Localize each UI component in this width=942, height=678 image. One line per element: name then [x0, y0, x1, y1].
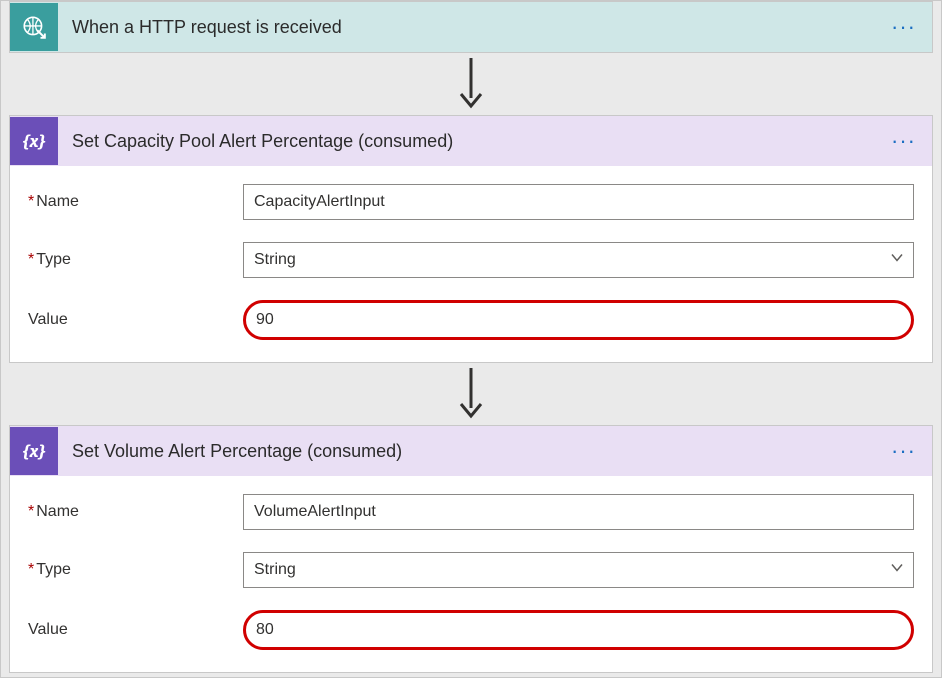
value-input[interactable] [243, 300, 914, 340]
step1-header[interactable]: {x} Set Capacity Pool Alert Percentage (… [10, 116, 932, 166]
step1-title: Set Capacity Pool Alert Percentage (cons… [72, 131, 883, 152]
type-select[interactable] [243, 242, 914, 278]
trigger-step[interactable]: When a HTTP request is received ··· [9, 1, 933, 53]
trigger-menu-button[interactable]: ··· [883, 16, 924, 38]
variable-icon: {x} [10, 117, 58, 165]
trigger-title: When a HTTP request is received [72, 17, 883, 38]
name-label: Name [28, 503, 243, 521]
step2-title: Set Volume Alert Percentage (consumed) [72, 441, 883, 462]
svg-text:{x}: {x} [23, 441, 45, 460]
http-request-icon [10, 3, 58, 51]
connector-arrow [1, 53, 941, 115]
value-label: Value [28, 621, 243, 639]
trigger-header[interactable]: When a HTTP request is received ··· [10, 2, 932, 52]
step2-body: Name Type Value [10, 476, 932, 672]
value-label: Value [28, 311, 243, 329]
step1-body: Name Type Value [10, 166, 932, 362]
name-input[interactable] [243, 184, 914, 220]
variable-icon: {x} [10, 427, 58, 475]
type-label: Type [28, 251, 243, 269]
value-input[interactable] [243, 610, 914, 650]
type-label: Type [28, 561, 243, 579]
connector-arrow [1, 363, 941, 425]
set-volume-alert-step: {x} Set Volume Alert Percentage (consume… [9, 425, 933, 673]
step1-menu-button[interactable]: ··· [883, 130, 924, 152]
set-capacity-pool-alert-step: {x} Set Capacity Pool Alert Percentage (… [9, 115, 933, 363]
svg-text:{x}: {x} [23, 131, 45, 150]
step2-menu-button[interactable]: ··· [883, 440, 924, 462]
flow-designer-canvas: When a HTTP request is received ··· {x} … [0, 0, 942, 678]
name-label: Name [28, 193, 243, 211]
type-select[interactable] [243, 552, 914, 588]
name-input[interactable] [243, 494, 914, 530]
step2-header[interactable]: {x} Set Volume Alert Percentage (consume… [10, 426, 932, 476]
